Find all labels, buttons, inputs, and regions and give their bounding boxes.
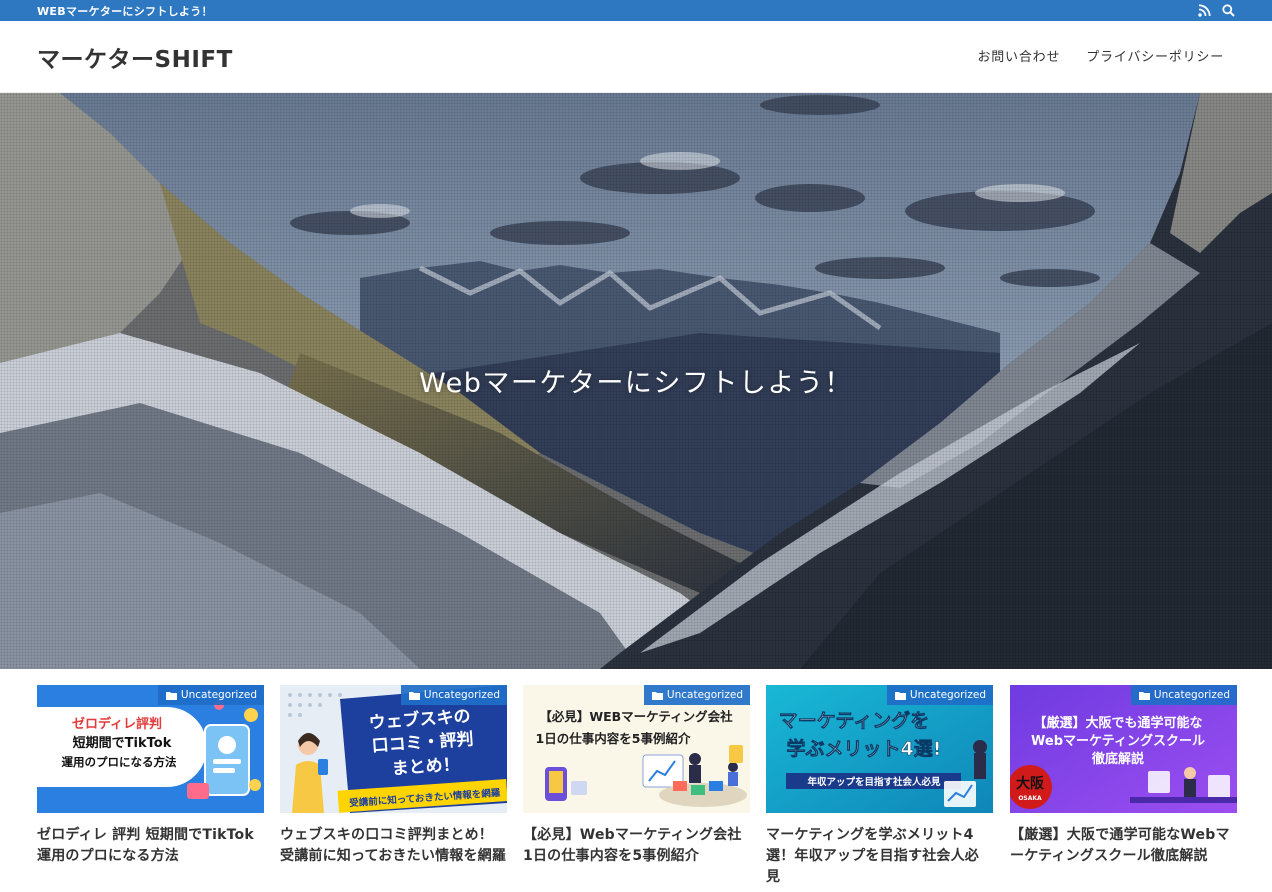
- nav-item-privacy-policy[interactable]: プライバシーポリシー: [1086, 46, 1224, 65]
- category-label: Uncategorized: [909, 689, 986, 701]
- thumb-text: 徹底解説: [1091, 751, 1144, 767]
- thumb-text: 学ぶメリット4選!: [787, 737, 942, 760]
- article-card[interactable]: 【必見】WEBマーケティング会社 1日の仕事内容を5事例紹介 Uncategor…: [523, 685, 750, 867]
- article-thumbnail[interactable]: ゼロディレ評判 短期間でTikTok 運用のプロになる方法 Uncategori…: [37, 685, 264, 813]
- folder-icon: [894, 691, 906, 700]
- article-title[interactable]: マーケティングを学ぶメリット4選！年収アップを目指す社会人必見: [766, 825, 993, 888]
- top-bar: WEBマーケターにシフトしよう！: [0, 0, 1272, 21]
- article-card[interactable]: ゼロディレ評判 短期間でTikTok 運用のプロになる方法 Uncategori…: [37, 685, 264, 867]
- hero-banner: Webマーケターにシフトしよう！: [0, 93, 1272, 669]
- category-badge[interactable]: Uncategorized: [157, 685, 264, 705]
- thumb-text: ゼロディレ評判: [72, 716, 162, 732]
- article-card[interactable]: 【厳選】大阪でも通学可能な Webマーケティングスクール 徹底解説 大阪 OSA…: [1010, 685, 1237, 867]
- article-title[interactable]: 【必見】Webマーケティング会社1日の仕事内容を5事例紹介: [523, 825, 750, 867]
- folder-icon: [651, 691, 663, 700]
- category-label: Uncategorized: [1153, 689, 1230, 701]
- article-list: ゼロディレ評判 短期間でTikTok 運用のプロになる方法 Uncategori…: [37, 685, 1237, 892]
- category-badge[interactable]: Uncategorized: [1130, 685, 1237, 705]
- thumb-text: 【必見】WEBマーケティング会社: [539, 709, 733, 724]
- article-card[interactable]: ウェブスキの 口コミ・評判 まとめ！ 受講前に知っておきたい情報を網羅 Unca…: [280, 685, 507, 867]
- folder-icon: [1138, 691, 1150, 700]
- nav-item-contact[interactable]: お問い合わせ: [977, 46, 1060, 65]
- article-thumbnail[interactable]: ウェブスキの 口コミ・評判 まとめ！ 受講前に知っておきたい情報を網羅 Unca…: [280, 685, 507, 813]
- article-thumbnail[interactable]: マーケティングを 学ぶメリット4選! 年収アップを目指す社会人必見 Uncate…: [766, 685, 993, 813]
- category-label: Uncategorized: [666, 689, 743, 701]
- article-title[interactable]: ゼロディレ 評判 短期間でTikTok運用のプロになる方法: [37, 825, 264, 867]
- thumb-text: 大阪: [1016, 775, 1045, 792]
- thumb-text: 1日の仕事内容を5事例紹介: [536, 731, 691, 746]
- thumb-text: 【厳選】大阪でも通学可能な: [1033, 715, 1202, 731]
- hero-catchphrase: Webマーケターにシフトしよう！: [419, 368, 853, 399]
- global-nav: お問い合わせ プライバシーポリシー: [977, 46, 1224, 65]
- article-thumbnail[interactable]: 【厳選】大阪でも通学可能な Webマーケティングスクール 徹底解説 大阪 OSA…: [1010, 685, 1237, 813]
- thumb-text: マーケティングを: [779, 709, 929, 732]
- site-header: マーケターSHIFT お問い合わせ プライバシーポリシー: [0, 21, 1272, 93]
- article-card[interactable]: マーケティングを 学ぶメリット4選! 年収アップを目指す社会人必見 Uncate…: [766, 685, 993, 888]
- article-thumbnail[interactable]: 【必見】WEBマーケティング会社 1日の仕事内容を5事例紹介 Uncategor…: [523, 685, 750, 813]
- category-label: Uncategorized: [423, 689, 500, 701]
- folder-icon: [408, 691, 420, 700]
- thumb-text: 年収アップを目指す社会人必見: [807, 776, 941, 788]
- thumb-text: 短期間でTikTok: [73, 735, 172, 751]
- thumb-text: Webマーケティングスクール: [1031, 733, 1205, 749]
- category-badge[interactable]: Uncategorized: [886, 685, 993, 705]
- article-title[interactable]: 【厳選】大阪で通学可能なWebマーケティングスクール徹底解説: [1010, 825, 1237, 867]
- folder-icon: [165, 691, 177, 700]
- search-icon[interactable]: [1222, 4, 1235, 17]
- rss-icon[interactable]: [1198, 4, 1211, 17]
- site-title[interactable]: マーケターSHIFT: [37, 40, 233, 74]
- top-tagline: WEBマーケターにシフトしよう！: [37, 5, 213, 18]
- category-label: Uncategorized: [180, 689, 257, 701]
- thumb-text: 運用のプロになる方法: [62, 755, 177, 769]
- thumb-text: OSAKA: [1018, 795, 1042, 802]
- category-badge[interactable]: Uncategorized: [643, 685, 750, 705]
- article-title[interactable]: ウェブスキの口コミ評判まとめ！受講前に知っておきたい情報を網羅: [280, 825, 507, 867]
- category-badge[interactable]: Uncategorized: [400, 685, 507, 705]
- top-icons: [1198, 0, 1235, 21]
